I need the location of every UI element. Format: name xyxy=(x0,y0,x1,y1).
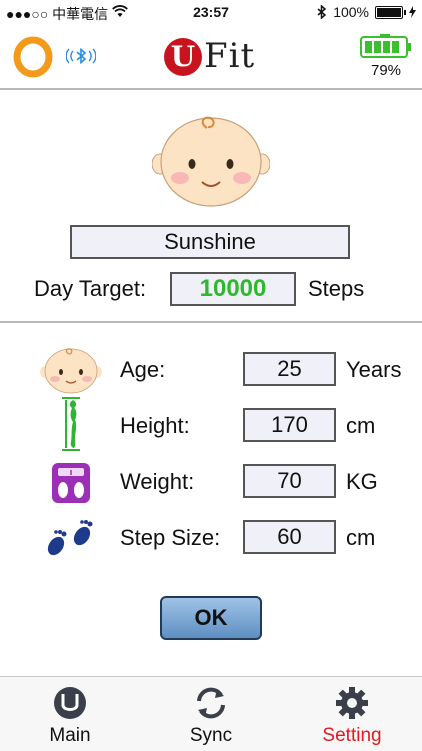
bluetooth-status-icon xyxy=(317,5,327,19)
height-label: Height: xyxy=(120,413,190,438)
avatar-face-icon[interactable] xyxy=(152,112,270,208)
height-field[interactable]: 170 xyxy=(243,408,336,442)
day-target-field[interactable]: 10000 xyxy=(170,272,296,306)
weight-unit: KG xyxy=(346,469,378,494)
status-bar: ●●●○○ 中華電信 23:57 100% xyxy=(0,0,422,24)
charging-icon xyxy=(409,6,416,18)
age-label: Age: xyxy=(120,357,166,382)
gear-icon xyxy=(336,687,368,719)
step-size-unit: cm xyxy=(346,525,376,550)
steps-unit-label: Steps xyxy=(308,276,365,301)
u-logo-icon xyxy=(54,687,86,719)
footprints-icon xyxy=(47,520,93,556)
phone-battery-icon xyxy=(375,5,406,19)
age-field[interactable]: 25 xyxy=(243,352,336,386)
scale-icon xyxy=(52,463,90,503)
name-field[interactable]: Sunshine xyxy=(70,225,350,259)
height-body-icon xyxy=(62,397,80,451)
tab-setting-label: Setting xyxy=(322,725,382,746)
age-unit: Years xyxy=(346,357,402,382)
tab-main[interactable]: Main xyxy=(0,677,140,751)
bluetooth-connect-icon[interactable] xyxy=(66,46,96,66)
step-size-label: Step Size: xyxy=(120,525,221,550)
phone-battery-percent: 100% xyxy=(333,4,369,20)
height-unit: cm xyxy=(346,413,376,438)
ufit-logo: U Fit xyxy=(164,34,264,84)
tab-setting[interactable]: Setting xyxy=(282,677,422,751)
divider-middle xyxy=(0,321,422,323)
status-right: 100% xyxy=(317,4,416,20)
wristband-icon[interactable] xyxy=(12,36,54,78)
logo-u: U xyxy=(164,38,202,76)
ok-button[interactable]: OK xyxy=(160,596,262,640)
device-battery-percent: 79% xyxy=(370,62,402,79)
device-battery-icon xyxy=(360,34,411,58)
sync-icon xyxy=(197,687,225,719)
baby-face-icon xyxy=(40,348,102,394)
weight-label: Weight: xyxy=(120,469,195,494)
tab-sync-label: Sync xyxy=(189,725,233,746)
logo-fit: Fit xyxy=(204,36,256,76)
tab-main-label: Main xyxy=(49,725,91,746)
tab-sync[interactable]: Sync xyxy=(141,677,281,751)
weight-field[interactable]: 70 xyxy=(243,464,336,498)
tab-bar: Main Sync Setting xyxy=(0,676,422,751)
divider-top xyxy=(0,88,422,90)
step-size-field[interactable]: 60 xyxy=(243,520,336,554)
day-target-label: Day Target: xyxy=(34,276,147,301)
